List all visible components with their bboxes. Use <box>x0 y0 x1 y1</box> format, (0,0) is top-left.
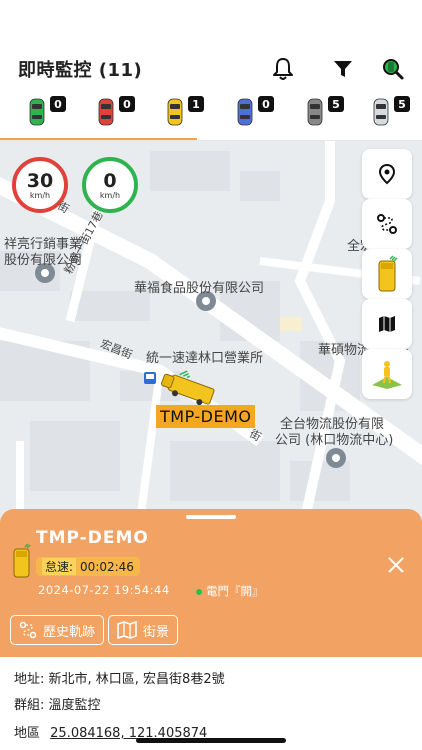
speed-unit: km/h <box>29 190 51 200</box>
car-icon <box>98 98 114 126</box>
vehicle-status-tabs: 0 0 1 0 5 5 <box>0 92 422 138</box>
map-label: 公司 (林口物流中心) <box>275 433 394 448</box>
status-count-badge: 0 <box>258 96 274 112</box>
car-icon <box>167 98 183 126</box>
route-button[interactable] <box>362 199 412 249</box>
idle-label: 怠速: <box>42 558 77 575</box>
map-label: 統一速達林口營業所 <box>146 351 264 366</box>
door-status: 電門『開』 <box>196 583 264 599</box>
history-track-label: 歷史軌跡 <box>43 624 96 640</box>
vehicle-detail-panel: TMP-DEMO 怠速: 00:02:46 2024-07-22 19:54:4… <box>0 509 422 657</box>
speed-limit-indicator: 30 km/h <box>12 157 68 213</box>
status-dot-icon <box>196 588 202 595</box>
header: 即時監控 (11) 0 0 1 0 5 5 <box>0 0 422 141</box>
idle-status-badge: 怠速: 00:02:46 <box>36 557 140 576</box>
status-count-badge: 5 <box>394 96 410 112</box>
coordinates-label: 地區 <box>14 726 41 741</box>
speed-unit: km/h <box>99 190 121 200</box>
tab-status-red[interactable]: 0 <box>89 92 149 132</box>
idle-time: 00:02:46 <box>80 559 134 574</box>
current-speed-indicator: 0 km/h <box>82 157 138 213</box>
tab-status-blue[interactable]: 0 <box>228 92 288 132</box>
car-icon <box>307 98 323 126</box>
car-icon <box>373 98 389 126</box>
home-indicator <box>136 738 286 743</box>
locate-button[interactable] <box>362 149 412 199</box>
map-icon <box>379 316 395 332</box>
route-icon <box>19 621 37 639</box>
status-count-badge: 5 <box>328 96 344 112</box>
tab-status-gray[interactable]: 5 <box>298 92 358 132</box>
street-view-button[interactable]: 街景 <box>108 615 179 645</box>
status-count-badge: 1 <box>188 96 204 112</box>
status-count-badge: 0 <box>119 96 135 112</box>
vehicle-plate: TMP-DEMO <box>36 528 149 548</box>
bell-icon[interactable] <box>270 56 296 82</box>
speed-limit-value: 30 <box>26 169 54 192</box>
vehicle-plate-tag[interactable]: TMP-DEMO <box>156 405 256 428</box>
pegman-icon <box>372 361 402 389</box>
history-track-button[interactable]: 歷史軌跡 <box>10 615 105 645</box>
status-count-badge: 0 <box>50 96 66 112</box>
page-title: 即時監控 (11) <box>18 60 143 81</box>
vehicle-focus-button[interactable] <box>362 249 412 299</box>
group-text: 群組: 溫度監控 <box>14 698 101 713</box>
bus-stop-icon <box>144 372 156 384</box>
close-button[interactable] <box>384 553 408 577</box>
location-pin-icon <box>378 163 396 185</box>
car-icon <box>29 98 45 126</box>
filter-icon[interactable] <box>330 56 356 82</box>
route-icon <box>377 214 397 234</box>
map-label: 華福食品股份有限公司 <box>134 281 265 296</box>
vehicle-search-icon[interactable] <box>380 56 406 82</box>
current-speed-value: 0 <box>103 169 117 192</box>
divider <box>0 140 422 141</box>
door-status-text: 電門『開』 <box>206 584 264 598</box>
vehicle-icon <box>378 255 398 292</box>
timestamp: 2024-07-22 19:54:44 <box>38 583 170 597</box>
tab-status-green[interactable]: 0 <box>20 92 80 132</box>
map-type-button[interactable] <box>362 299 412 349</box>
car-icon <box>237 98 253 126</box>
street-view-button[interactable] <box>362 349 412 399</box>
vehicle-icon <box>13 543 31 578</box>
tab-status-yellow[interactable]: 1 <box>158 92 218 132</box>
tab-status-white[interactable]: 5 <box>364 92 422 132</box>
close-icon <box>388 557 404 573</box>
street-view-label: 街景 <box>143 624 170 640</box>
map-icon <box>117 621 137 639</box>
map-pin-icon <box>326 448 346 468</box>
map-view[interactable]: 祥亮行銷事業 股份有限公司 華福食品股份有限公司 統一速達林口營業所 華碩物流林… <box>0 141 422 521</box>
address-text: 地址: 新北市, 林口區, 宏昌街8巷2號 <box>14 672 225 687</box>
drag-handle[interactable] <box>186 515 236 519</box>
